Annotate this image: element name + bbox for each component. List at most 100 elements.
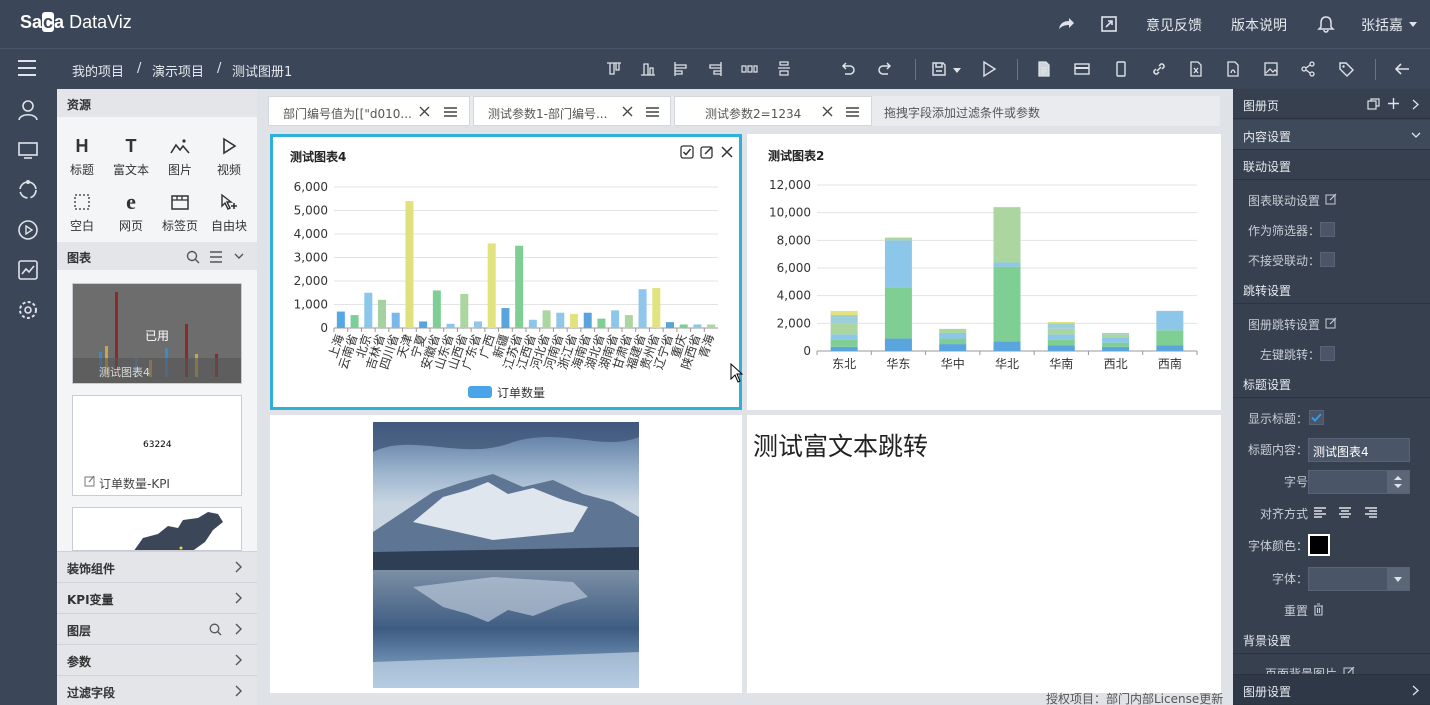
bar[interactable] bbox=[515, 245, 524, 328]
redo-icon[interactable] bbox=[876, 60, 894, 78]
stacked-bar-segment[interactable] bbox=[993, 266, 1021, 342]
chevron-right-icon[interactable] bbox=[235, 623, 243, 635]
bar[interactable] bbox=[652, 288, 661, 328]
bar[interactable] bbox=[364, 292, 373, 328]
card-icon[interactable] bbox=[1073, 60, 1091, 78]
excel-icon[interactable] bbox=[1187, 60, 1205, 78]
share-icon[interactable] bbox=[1056, 14, 1076, 34]
bar[interactable] bbox=[542, 310, 551, 328]
chevron-down-icon[interactable] bbox=[1409, 22, 1417, 28]
map-thumbnail[interactable] bbox=[72, 507, 242, 551]
close-icon[interactable] bbox=[419, 106, 430, 117]
stacked-bar-segment[interactable] bbox=[993, 207, 1021, 263]
align-right-icon[interactable] bbox=[1365, 507, 1377, 518]
mobile-icon[interactable] bbox=[1112, 60, 1130, 78]
resource-item[interactable]: 标签页 bbox=[160, 191, 200, 234]
bar[interactable] bbox=[350, 315, 359, 328]
show-title-checkbox[interactable] bbox=[1309, 410, 1324, 425]
align-left-icon[interactable] bbox=[672, 60, 690, 78]
menu-icon[interactable] bbox=[646, 107, 659, 117]
version-link[interactable]: 版本说明 bbox=[1231, 15, 1287, 35]
stacked-bar-segment[interactable] bbox=[884, 287, 912, 339]
stepper-arrows-icon[interactable] bbox=[1387, 471, 1409, 493]
bar[interactable] bbox=[583, 312, 592, 328]
distribute-vertical-icon[interactable] bbox=[775, 60, 793, 78]
stacked-bar-segment[interactable] bbox=[830, 310, 858, 316]
bar[interactable] bbox=[474, 321, 482, 328]
feedback-link[interactable]: 意见反馈 bbox=[1146, 15, 1202, 35]
stacked-bar-segment[interactable] bbox=[884, 237, 912, 241]
chart-card[interactable]: 测试图表2 0 2,000 4,000 6,000 8,000 10,000 12,000 东… bbox=[747, 134, 1221, 410]
back-arrow-icon[interactable] bbox=[1393, 60, 1411, 78]
bar[interactable] bbox=[597, 318, 606, 328]
resource-item[interactable]: H 标题 bbox=[62, 135, 102, 178]
monitor-icon[interactable] bbox=[17, 139, 39, 161]
page-bg-row[interactable]: 页面背景图片 bbox=[1233, 657, 1430, 674]
settings-gear-icon[interactable] bbox=[17, 299, 39, 321]
stacked-bar-segment[interactable] bbox=[1156, 345, 1184, 351]
accordion-section[interactable]: 参数 bbox=[57, 644, 257, 675]
stacked-bar-segment[interactable] bbox=[830, 346, 858, 351]
play-circle-icon[interactable] bbox=[17, 219, 39, 241]
edit-icon[interactable] bbox=[1325, 193, 1337, 205]
resource-item[interactable]: 视频 bbox=[209, 135, 249, 178]
user-icon[interactable] bbox=[17, 99, 39, 121]
filter-chip[interactable]: 部门编号值为[["d010... bbox=[268, 96, 470, 126]
bar[interactable] bbox=[570, 313, 578, 328]
bar[interactable] bbox=[391, 312, 400, 328]
stacked-bar-segment[interactable] bbox=[830, 323, 858, 335]
bar[interactable] bbox=[638, 289, 647, 328]
bar[interactable] bbox=[446, 323, 455, 328]
stacked-bar-segment[interactable] bbox=[1102, 337, 1130, 343]
bar[interactable] bbox=[624, 315, 633, 328]
bell-icon[interactable] bbox=[1316, 14, 1336, 34]
bar[interactable] bbox=[666, 322, 674, 328]
align-top-icon[interactable] bbox=[605, 60, 623, 78]
resource-item[interactable]: T 富文本 bbox=[111, 135, 151, 178]
stacked-bar-segment[interactable] bbox=[884, 338, 912, 351]
stacked-bar-segment[interactable] bbox=[830, 315, 858, 324]
menu-icon[interactable] bbox=[17, 59, 37, 77]
chart-card-selected[interactable]: 测试图表4 0 1,000 2,000 3,000 4,000 5,000 6,000 上海云… bbox=[270, 134, 742, 410]
stacked-bar-segment[interactable] bbox=[1156, 330, 1184, 346]
chart-linkage-row[interactable]: 图表联动设置 bbox=[1233, 184, 1430, 214]
stacked-bar-segment[interactable] bbox=[1047, 339, 1075, 346]
close-icon[interactable] bbox=[622, 106, 633, 117]
stacked-bar-segment[interactable] bbox=[939, 338, 967, 345]
title-content-input[interactable]: 测试图表4 bbox=[1308, 438, 1410, 462]
stacked-bar-segment[interactable] bbox=[1102, 346, 1130, 351]
filter-chip[interactable]: 测试参数1-部门编号... bbox=[473, 96, 671, 126]
trend-chart-icon[interactable] bbox=[17, 259, 39, 281]
bar[interactable] bbox=[419, 321, 428, 328]
list-icon[interactable] bbox=[209, 250, 223, 264]
bar[interactable] bbox=[487, 243, 496, 328]
bar[interactable] bbox=[556, 312, 565, 328]
no-linkage-checkbox[interactable] bbox=[1320, 252, 1335, 267]
bar[interactable] bbox=[707, 324, 716, 328]
distribute-horizontal-icon[interactable] bbox=[740, 60, 758, 78]
stacked-bar-segment[interactable] bbox=[1102, 333, 1130, 335]
stacked-bar-segment[interactable] bbox=[939, 333, 967, 339]
chevron-right-icon[interactable] bbox=[235, 592, 243, 604]
user-menu[interactable]: 张括嘉 bbox=[1361, 15, 1403, 35]
align-bottom-icon[interactable] bbox=[639, 60, 657, 78]
stacked-bar-segment[interactable] bbox=[1102, 342, 1130, 347]
filter-drop-hint[interactable]: 拖拽字段添加过滤条件或参数 bbox=[884, 104, 1040, 121]
stacked-bar-segment[interactable] bbox=[830, 339, 858, 347]
stacked-bar-segment[interactable] bbox=[939, 344, 967, 351]
filter-chip[interactable]: 测试参数2=1234 bbox=[674, 96, 872, 126]
bar[interactable] bbox=[693, 324, 702, 328]
refresh-circle-icon[interactable] bbox=[17, 179, 39, 201]
close-icon[interactable] bbox=[721, 146, 733, 158]
bar[interactable] bbox=[336, 311, 345, 328]
bar[interactable] bbox=[611, 310, 620, 328]
stacked-bar-segment[interactable] bbox=[1047, 323, 1075, 329]
menu-icon[interactable] bbox=[846, 107, 859, 117]
chevron-down-icon[interactable] bbox=[953, 68, 961, 73]
app-logo[interactable]: Saca DataViz bbox=[20, 12, 132, 33]
page-icon[interactable] bbox=[1035, 60, 1053, 78]
stacked-bar-segment[interactable] bbox=[1047, 334, 1075, 340]
legend-swatch[interactable] bbox=[468, 386, 492, 398]
align-center-icon[interactable] bbox=[1339, 507, 1351, 518]
bar[interactable] bbox=[679, 324, 688, 328]
